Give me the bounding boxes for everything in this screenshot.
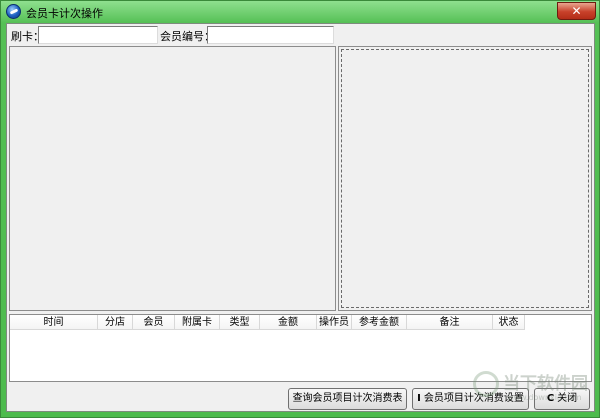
column-header[interactable]: 时间 <box>10 315 98 330</box>
column-header[interactable]: 类型 <box>220 315 260 330</box>
close-button[interactable]: C 关闭 <box>534 388 590 410</box>
app-icon <box>6 4 21 19</box>
column-header[interactable]: 参考金额 <box>352 315 407 330</box>
client-area: 刷卡： 会员编号： 时间 分店 会员 附属卡 类型 金额 操作员 参考金额 备注… <box>6 23 595 412</box>
photo-frame <box>341 49 589 308</box>
column-header[interactable]: 附属卡 <box>175 315 220 330</box>
close-button-label: 关闭 <box>557 393 578 404</box>
member-no-input[interactable] <box>207 26 334 44</box>
query-consumption-button[interactable]: 查询会员项目计次消费表 <box>288 388 407 410</box>
record-table[interactable]: 时间 分店 会员 附属卡 类型 金额 操作员 参考金额 备注 状态 <box>9 314 592 382</box>
column-header[interactable]: 分店 <box>98 315 133 330</box>
close-icon: ✕ <box>571 4 582 18</box>
main-window: 会员卡计次操作 ✕ 刷卡： 会员编号： 时间 分店 会员 附属卡 类型 金额 操… <box>0 0 600 418</box>
member-info-panel <box>9 46 336 311</box>
close-button-icon: C <box>546 393 555 404</box>
column-header[interactable]: 会员 <box>133 315 175 330</box>
column-header[interactable]: 金额 <box>260 315 317 330</box>
settings-icon: I <box>417 393 421 404</box>
consumption-settings-button[interactable]: I 会员项目计次消费设置 <box>412 388 529 410</box>
column-header[interactable]: 状态 <box>493 315 525 330</box>
window-title: 会员卡计次操作 <box>26 7 103 20</box>
query-consumption-label: 查询会员项目计次消费表 <box>292 393 403 404</box>
table-header: 时间 分店 会员 附属卡 类型 金额 操作员 参考金额 备注 状态 <box>10 315 591 330</box>
column-header[interactable]: 操作员 <box>317 315 352 330</box>
card-input[interactable] <box>38 26 158 44</box>
consumption-settings-label: 会员项目计次消费设置 <box>423 393 524 404</box>
column-header[interactable]: 备注 <box>407 315 493 330</box>
window-close-button[interactable]: ✕ <box>557 2 596 20</box>
title-bar[interactable]: 会员卡计次操作 ✕ <box>1 1 599 23</box>
member-photo-panel <box>338 46 592 311</box>
